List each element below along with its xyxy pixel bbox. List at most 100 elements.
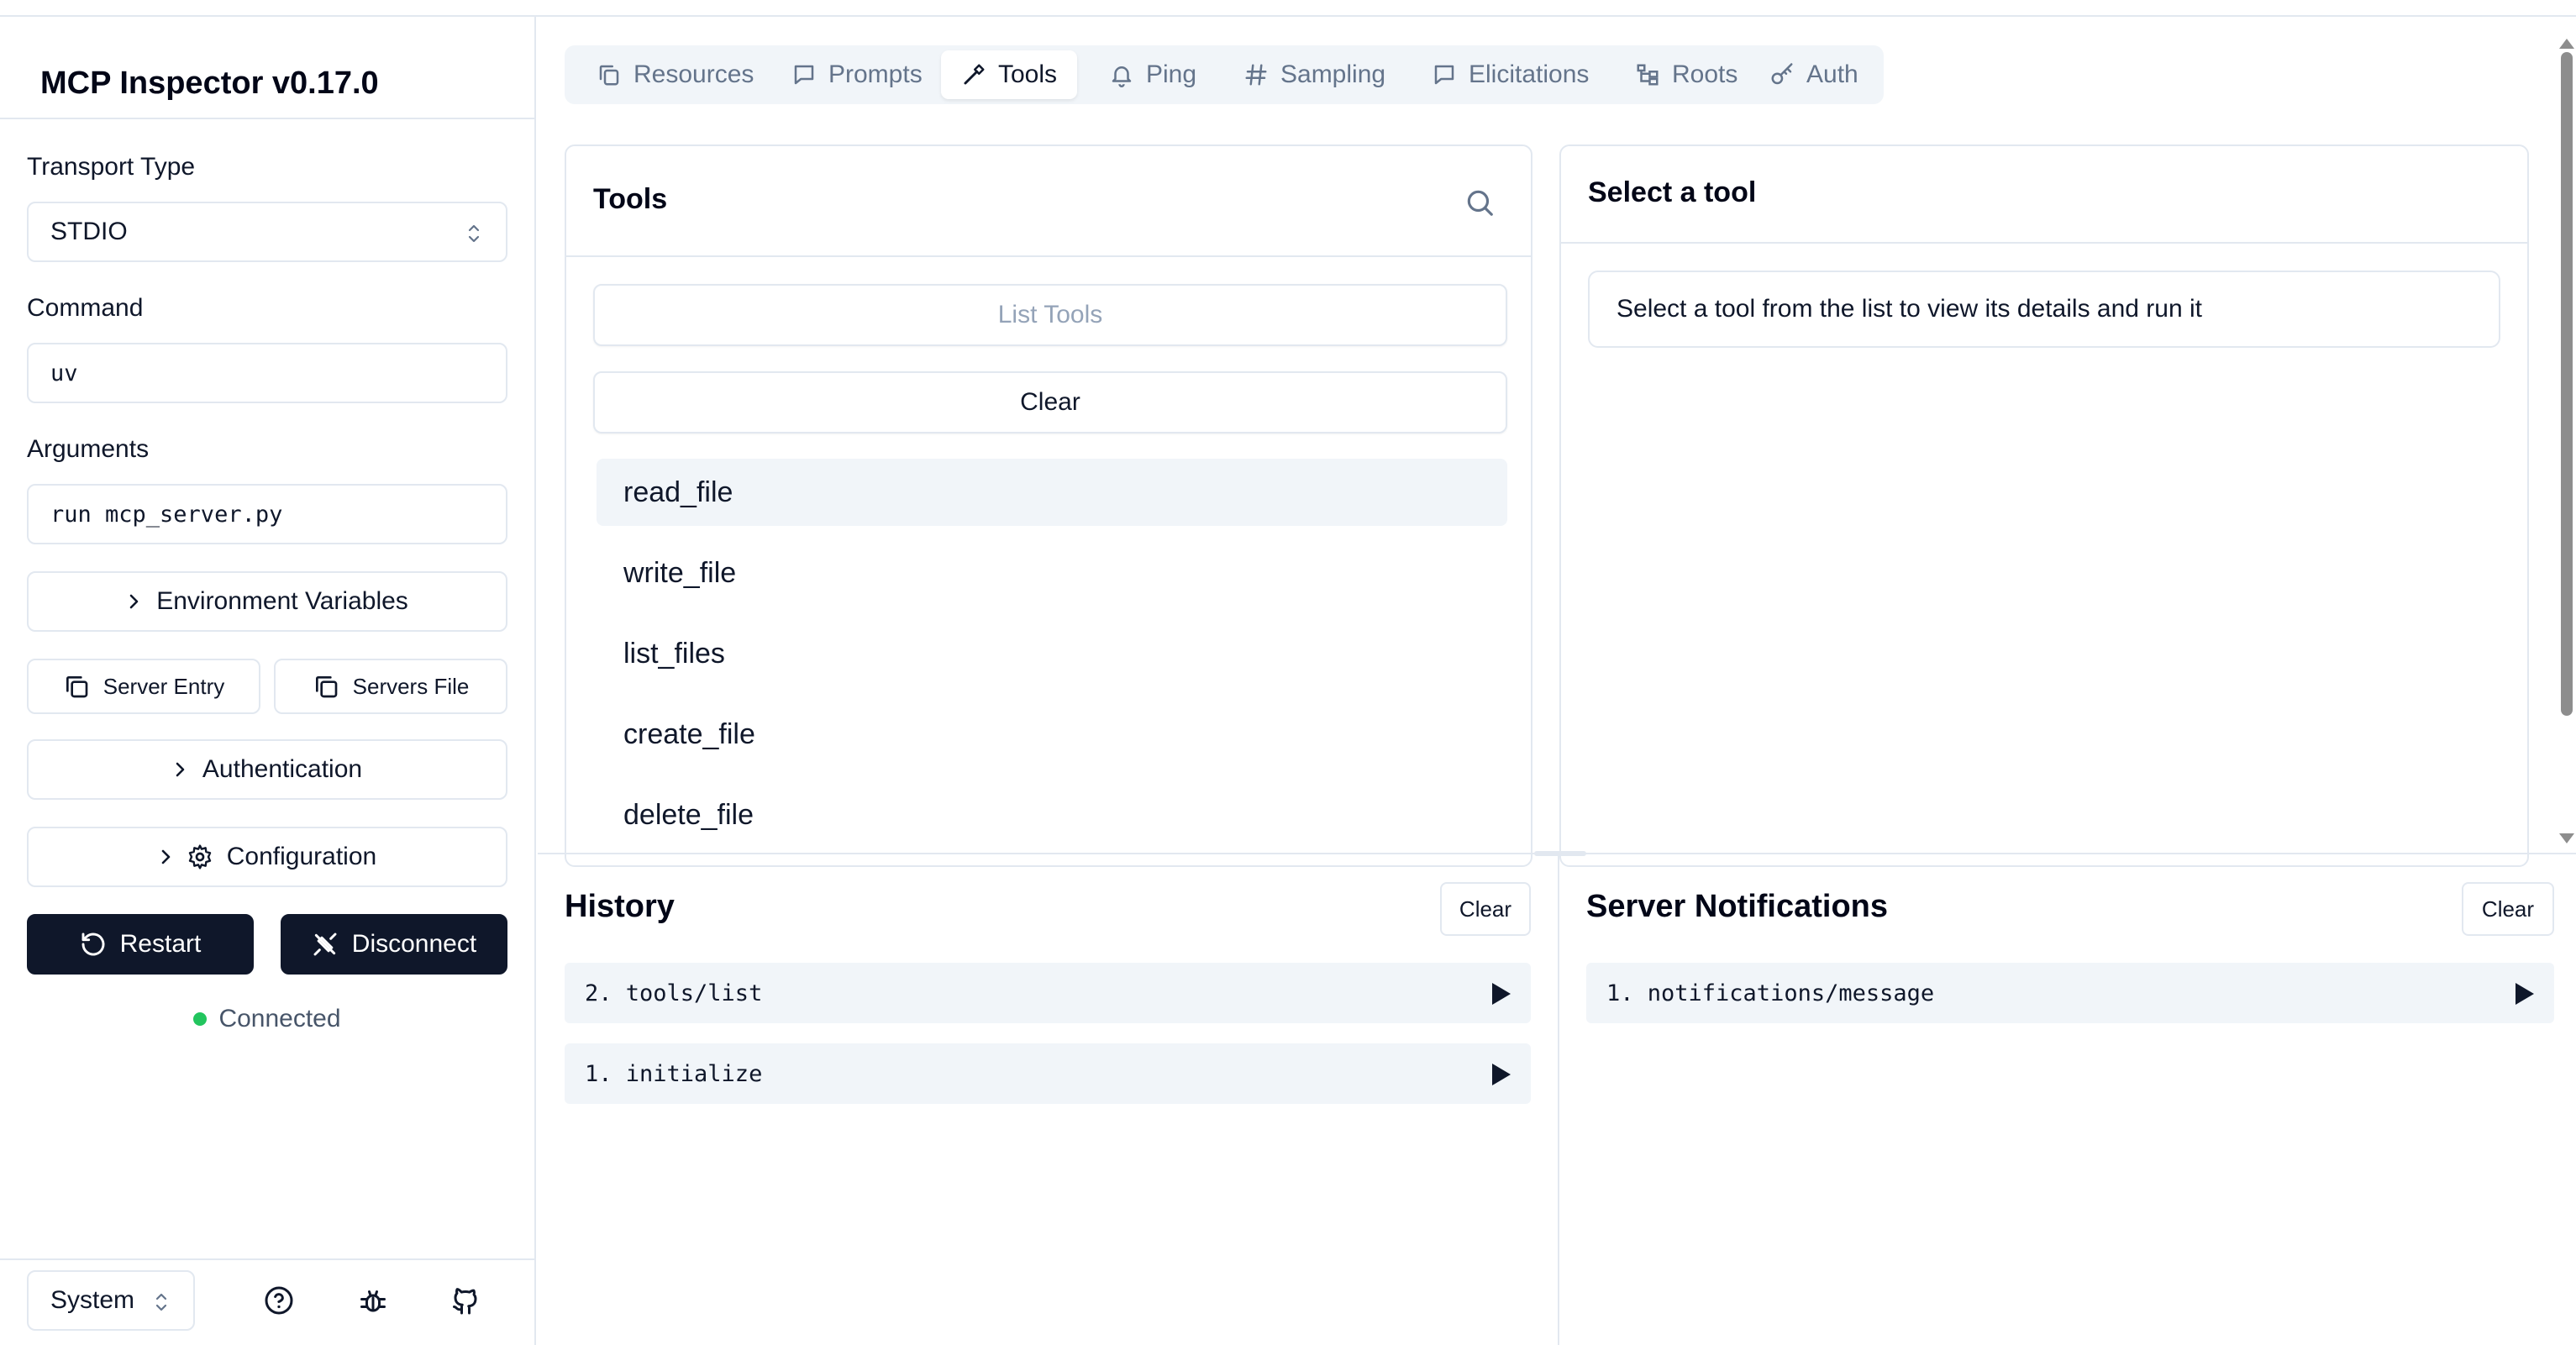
history-item[interactable]: 2. tools/list bbox=[565, 963, 1531, 1023]
debug-button[interactable] bbox=[353, 1280, 393, 1321]
authentication-button[interactable]: Authentication bbox=[27, 739, 507, 800]
tool-detail-divider bbox=[1561, 242, 2527, 244]
transport-type-value: STDIO bbox=[50, 218, 128, 245]
tab-label: Auth bbox=[1806, 60, 1858, 88]
status-dot bbox=[193, 1012, 208, 1026]
sidebar: MCP Inspector v0.17.0 Transport Type STD… bbox=[0, 17, 536, 1345]
title-divider bbox=[0, 118, 534, 119]
clear-history-button[interactable]: Clear bbox=[1440, 882, 1531, 936]
configuration-button[interactable]: Configuration bbox=[27, 827, 507, 887]
servers-file-label: Servers File bbox=[352, 673, 470, 699]
scroll-up-arrow[interactable] bbox=[2559, 39, 2574, 49]
search-icon[interactable] bbox=[1464, 187, 1496, 218]
key-icon bbox=[1771, 63, 1793, 85]
history-item[interactable]: 1. initialize bbox=[565, 1043, 1531, 1104]
history-item-label: 2. tools/list bbox=[585, 980, 763, 1006]
tab-ping[interactable]: Ping bbox=[1089, 50, 1217, 99]
restart-button[interactable]: Restart bbox=[27, 914, 254, 975]
vertical-divider bbox=[1558, 853, 1559, 1345]
tab-label: Roots bbox=[1672, 60, 1738, 88]
copy-icon bbox=[315, 676, 337, 698]
server-notifications-title: Server Notifications bbox=[1586, 889, 1888, 924]
tool-detail-title: Select a tool bbox=[1588, 176, 1757, 208]
list-tools-button[interactable]: List Tools bbox=[593, 284, 1507, 346]
github-button[interactable] bbox=[445, 1280, 486, 1321]
play-icon[interactable] bbox=[1492, 1064, 1511, 1085]
tool-item[interactable]: list_files bbox=[597, 620, 1507, 687]
bug-icon bbox=[360, 1290, 386, 1312]
chevron-right-icon bbox=[129, 594, 139, 609]
tool-item[interactable]: create_file bbox=[597, 701, 1507, 768]
tab-prompts[interactable]: Prompts bbox=[771, 50, 943, 99]
chevron-right-icon bbox=[176, 762, 185, 777]
top-border bbox=[0, 0, 2576, 17]
notification-item[interactable]: 1. notifications/message bbox=[1586, 963, 2554, 1023]
tab-resources[interactable]: Resources bbox=[576, 50, 774, 99]
environment-variables-button[interactable]: Environment Variables bbox=[27, 571, 507, 632]
arguments-input[interactable]: run mcp_server.py bbox=[27, 484, 507, 544]
theme-value: System bbox=[50, 1286, 135, 1314]
resize-handle[interactable] bbox=[1534, 851, 1586, 856]
app-title: MCP Inspector v0.17.0 bbox=[40, 66, 379, 101]
tab-label: Prompts bbox=[828, 60, 923, 88]
scroll-down-arrow[interactable] bbox=[2559, 833, 2574, 843]
tab-label: Elicitations bbox=[1469, 60, 1590, 88]
copy-icon bbox=[66, 676, 88, 698]
scrollbar-thumb[interactable] bbox=[2561, 52, 2573, 716]
help-circle-icon bbox=[265, 1286, 293, 1315]
tab-sampling[interactable]: Sampling bbox=[1223, 50, 1406, 99]
transport-type-label: Transport Type bbox=[27, 153, 196, 181]
authentication-label: Authentication bbox=[202, 755, 363, 783]
message-icon bbox=[1434, 65, 1454, 85]
connection-status: Connected bbox=[0, 1005, 534, 1033]
rotate-ccw-icon bbox=[81, 933, 105, 956]
tab-roots[interactable]: Roots bbox=[1615, 50, 1758, 99]
clear-notifications-button[interactable]: Clear bbox=[2462, 882, 2554, 936]
server-entry-label: Server Entry bbox=[103, 673, 225, 699]
help-button[interactable] bbox=[259, 1280, 299, 1321]
theme-select[interactable]: System bbox=[27, 1270, 195, 1331]
tools-panel: Tools List Tools Clear read_file write_f… bbox=[565, 144, 1532, 867]
disconnect-label: Disconnect bbox=[351, 930, 477, 958]
clear-tools-button[interactable]: Clear bbox=[593, 371, 1507, 433]
command-label: Command bbox=[27, 294, 144, 322]
tool-detail-message: Select a tool from the list to view its … bbox=[1588, 271, 2500, 348]
chevrons-up-down-icon bbox=[155, 1293, 167, 1311]
restart-label: Restart bbox=[119, 930, 202, 958]
command-input[interactable]: uv bbox=[27, 343, 507, 403]
status-text: Connected bbox=[218, 1005, 341, 1032]
gear-icon bbox=[188, 844, 211, 870]
tab-tools[interactable]: Tools bbox=[941, 50, 1078, 99]
tab-elicitations[interactable]: Elicitations bbox=[1412, 50, 1609, 99]
bell-icon bbox=[1112, 66, 1132, 87]
hammer-icon bbox=[964, 64, 985, 85]
tab-auth[interactable]: Auth bbox=[1749, 50, 1879, 99]
folder-tree-icon bbox=[1637, 64, 1659, 86]
tool-item[interactable]: delete_file bbox=[597, 781, 1507, 849]
play-icon[interactable] bbox=[1492, 983, 1511, 1005]
tool-detail-panel: Select a tool Select a tool from the lis… bbox=[1559, 144, 2529, 867]
tab-label: Ping bbox=[1146, 60, 1197, 88]
tool-item[interactable]: read_file bbox=[597, 459, 1507, 526]
servers-file-button[interactable]: Servers File bbox=[274, 659, 507, 714]
file-copy-icon bbox=[599, 65, 619, 86]
disconnect-button[interactable]: Disconnect bbox=[281, 914, 507, 975]
chevron-right-icon bbox=[161, 849, 171, 864]
github-icon bbox=[453, 1288, 477, 1315]
configuration-label: Configuration bbox=[226, 843, 377, 870]
sidebar-bottom-divider bbox=[0, 1258, 534, 1260]
tab-label: Sampling bbox=[1280, 60, 1386, 88]
tool-item[interactable]: write_file bbox=[597, 539, 1507, 607]
tab-label: Tools bbox=[998, 60, 1058, 88]
arguments-label: Arguments bbox=[27, 435, 150, 463]
history-item-label: 1. initialize bbox=[585, 1060, 763, 1087]
chevrons-up-down-icon bbox=[468, 224, 480, 243]
server-entry-button[interactable]: Server Entry bbox=[27, 659, 260, 714]
unplug-icon bbox=[313, 933, 337, 956]
transport-type-select[interactable]: STDIO bbox=[27, 202, 507, 262]
tab-label: Resources bbox=[633, 60, 754, 88]
message-icon bbox=[794, 65, 814, 85]
main-tabs: Resources Prompts Tools Ping Sampling El… bbox=[565, 45, 1884, 104]
play-icon[interactable] bbox=[2516, 983, 2534, 1005]
environment-variables-label: Environment Variables bbox=[156, 587, 408, 615]
